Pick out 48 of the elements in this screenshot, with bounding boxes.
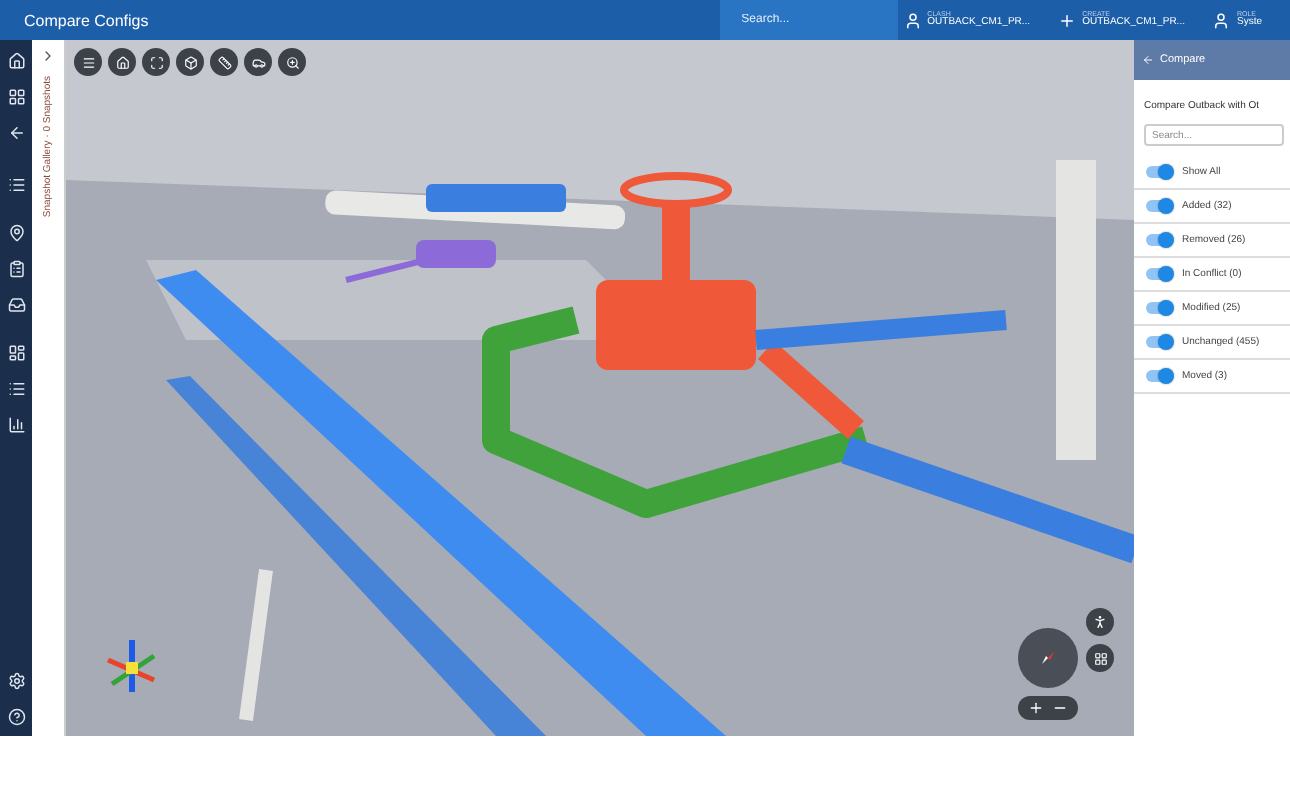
nav-button[interactable]: [7, 344, 25, 362]
list-icon: [7, 380, 25, 398]
zoom-in-icon[interactable]: [1028, 700, 1044, 716]
person-icon: [1092, 614, 1108, 630]
menu-icon: [81, 55, 95, 69]
zoom-icon: [285, 55, 299, 69]
nav-button[interactable]: [7, 260, 25, 278]
user-icon: [1212, 11, 1231, 29]
toggle-switch[interactable]: [1146, 302, 1172, 314]
toggle-switch[interactable]: [1146, 268, 1172, 280]
dashboard-icon: [7, 344, 25, 362]
chevron-icon[interactable]: [40, 48, 56, 64]
nav-button[interactable]: [7, 380, 25, 398]
nav-button[interactable]: [7, 52, 25, 70]
toggle-switch[interactable]: [1146, 234, 1172, 246]
cube-icon: [183, 55, 197, 69]
settings-icon: [7, 672, 25, 690]
user-icon: [903, 11, 922, 29]
nav-button[interactable]: [7, 296, 25, 314]
bar-chart-icon: [7, 416, 25, 434]
nav-button[interactable]: [7, 672, 25, 690]
toggle-switch[interactable]: [1146, 200, 1172, 212]
vehicle-icon: [251, 55, 265, 69]
help-icon: [7, 708, 25, 726]
app-title: Compare Configs: [24, 11, 151, 29]
toggle-switch[interactable]: [1146, 370, 1172, 382]
toggle-switch[interactable]: [1146, 336, 1172, 348]
clipboard-icon: [7, 260, 25, 278]
fit-view-icon: [149, 55, 163, 69]
back-arrow-icon[interactable]: [1142, 54, 1154, 66]
nav-button[interactable]: [7, 708, 25, 726]
back-arrow-icon: [7, 124, 25, 142]
nav-button[interactable]: [7, 124, 25, 142]
home-icon: [115, 55, 129, 69]
pin-icon: [7, 224, 25, 242]
inbox-icon: [7, 296, 25, 314]
nav-button[interactable]: [7, 176, 25, 194]
list-icon: [7, 176, 25, 194]
compass-needle-icon: [1038, 648, 1058, 668]
home-icon: [7, 52, 25, 70]
toggle-switch[interactable]: [1146, 166, 1172, 178]
nav-button[interactable]: [7, 416, 25, 434]
grid-icon: [1093, 651, 1107, 665]
grid-icon: [7, 88, 25, 106]
plus-icon: [1058, 11, 1077, 29]
ruler-icon: [217, 55, 231, 69]
nav-button[interactable]: [7, 224, 25, 242]
nav-button[interactable]: [7, 88, 25, 106]
